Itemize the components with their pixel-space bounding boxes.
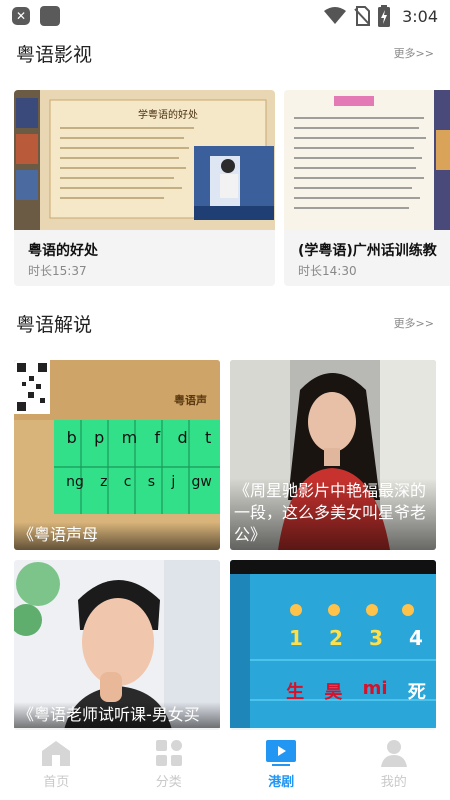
user-icon bbox=[379, 739, 409, 767]
section-title: 粤语解说 bbox=[16, 313, 93, 336]
tone-number: 3 bbox=[369, 626, 383, 650]
video-title: 粤语的好处 bbox=[28, 243, 98, 259]
initials-row-2: ng z c s j gw bbox=[58, 474, 220, 490]
nav-label: 港剧 bbox=[268, 774, 295, 790]
initials-row-1: b p m f d t bbox=[58, 428, 220, 447]
nav-item-home[interactable]: 首页 bbox=[0, 728, 113, 800]
section-header-film: 粤语影视 更多>> bbox=[16, 37, 434, 69]
video-thumbnail bbox=[284, 90, 450, 230]
initial-letter: j bbox=[171, 474, 176, 490]
nav-label: 首页 bbox=[43, 774, 70, 790]
battery-charging-icon bbox=[378, 5, 391, 27]
more-link[interactable]: 更多>> bbox=[394, 315, 434, 331]
tone-number: 1 bbox=[289, 626, 303, 650]
no-sim-icon bbox=[354, 6, 371, 26]
nav-label: 分类 bbox=[155, 774, 182, 790]
video-grid-card[interactable]: 1 2 3 4 生 昊 mi 死 bbox=[230, 560, 436, 730]
wifi-icon bbox=[324, 7, 347, 24]
section-header-commentary: 粤语解说 更多>> bbox=[16, 307, 434, 339]
home-icon bbox=[41, 739, 71, 767]
tone-number: 4 bbox=[409, 626, 423, 650]
video-duration: 时长15:37 bbox=[28, 264, 87, 278]
video-caption: 《周星驰影片中艳福最深的一段，这么多美女叫星爷老公》 bbox=[230, 478, 436, 550]
video-thumbnail-title: 学粤语的好处 bbox=[138, 110, 198, 121]
video-caption: 《粤语老师试听课-男女买 bbox=[14, 702, 220, 730]
initial-letter: ng bbox=[66, 474, 84, 490]
nav-label: 我的 bbox=[380, 774, 407, 790]
initial-letter: d bbox=[177, 428, 188, 447]
initial-letter: m bbox=[121, 428, 138, 447]
tone-word: 死 bbox=[407, 682, 426, 703]
video-card[interactable]: 学粤语的好处 粤语的好处 时长15:37 bbox=[14, 90, 275, 286]
tone-word: mi bbox=[362, 678, 388, 699]
initial-letter: f bbox=[154, 428, 161, 447]
initial-letter: c bbox=[123, 474, 132, 490]
thumbnail-heading: 粤语声 bbox=[174, 394, 207, 407]
initial-letter: z bbox=[100, 474, 108, 490]
tone-word: 昊 bbox=[324, 682, 343, 703]
initial-letter: t bbox=[205, 428, 212, 447]
initial-letter: gw bbox=[191, 474, 212, 490]
initial-letter: s bbox=[147, 474, 156, 490]
nav-item-category[interactable]: 分类 bbox=[113, 728, 226, 800]
category-icon bbox=[154, 739, 184, 767]
video-title: (学粤语)广州话训练教 bbox=[298, 243, 437, 259]
bottom-nav: 首页 分类 港剧 我的 bbox=[0, 728, 450, 800]
more-link[interactable]: 更多>> bbox=[394, 45, 434, 61]
nav-item-hk-drama[interactable]: 港剧 bbox=[225, 728, 338, 800]
initial-letter: b bbox=[66, 428, 77, 447]
play-icon bbox=[266, 739, 297, 767]
video-duration: 时长14:30 bbox=[298, 264, 357, 278]
section-title: 粤语影视 bbox=[16, 43, 93, 66]
tone-word: 生 bbox=[286, 682, 305, 703]
video-card[interactable]: (学粤语)广州话训练教 时长14:30 bbox=[284, 90, 450, 286]
nav-item-profile[interactable]: 我的 bbox=[338, 728, 450, 800]
video-grid-card[interactable]: 粤语声 b p m f d t ng z c s j gw 《粤语声母 bbox=[14, 360, 220, 550]
video-grid-card[interactable]: 《粤语老师试听课-男女买 bbox=[14, 560, 220, 730]
video-caption: 《粤语声母 bbox=[14, 522, 220, 550]
initial-letter: p bbox=[94, 428, 105, 447]
video-grid-card[interactable]: 《周星驰影片中艳福最深的一段，这么多美女叫星爷老公》 bbox=[230, 360, 436, 550]
app-square-icon bbox=[40, 6, 60, 26]
status-bar: ✕ 3:04 bbox=[0, 0, 450, 32]
tone-number: 2 bbox=[329, 626, 343, 650]
shield-x-icon: ✕ bbox=[12, 7, 30, 25]
word-row: 生 昊 mi 死 bbox=[276, 678, 436, 704]
video-carousel[interactable]: 学粤语的好处 粤语的好处 时长15:37 (学粤语)广州话训练教 时长14:30 bbox=[14, 90, 450, 286]
number-row: 1 2 3 4 bbox=[276, 626, 436, 650]
clock: 3:04 bbox=[402, 6, 438, 26]
